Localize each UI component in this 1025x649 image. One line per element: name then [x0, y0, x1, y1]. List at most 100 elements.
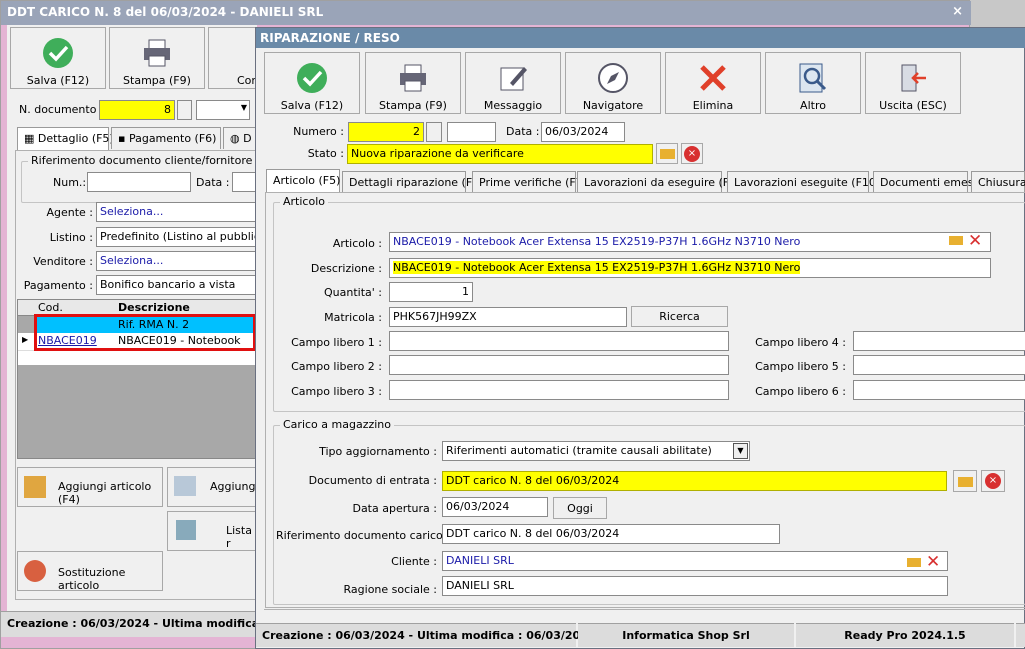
clear-icon[interactable]: × — [981, 470, 1005, 492]
campo5-field[interactable] — [853, 355, 1025, 375]
list-button[interactable]: Lista r — [167, 511, 259, 551]
folder-icon[interactable] — [656, 143, 678, 164]
matricola-label: Matricola : — [324, 311, 382, 324]
pagamento-label: Pagamento : — [23, 279, 93, 292]
data-apertura-field[interactable]: 06/03/2024 — [442, 497, 548, 517]
clear-x-icon[interactable]: ✕ — [968, 231, 982, 251]
tab-chiusura[interactable]: Chiusura — [971, 171, 1025, 193]
message-button[interactable]: Messaggio — [465, 52, 561, 114]
folder-icon[interactable] — [907, 558, 921, 567]
folder-shape — [958, 477, 973, 487]
other-button[interactable]: Altro — [765, 52, 861, 114]
numero-suffix-button[interactable] — [426, 122, 442, 142]
tab-articolo[interactable]: Articolo (F5) — [266, 169, 340, 193]
bg-tab-third[interactable]: ◍ D — [223, 127, 259, 149]
campo1-field[interactable] — [389, 331, 729, 351]
table-add-icon — [174, 476, 196, 496]
delete-x-icon — [700, 65, 726, 91]
pagamento-select[interactable]: Bonifico bancario a vista — [96, 275, 258, 295]
grid-header-desc: Descrizione — [118, 301, 190, 314]
folder-shape — [660, 149, 675, 159]
tab-documenti[interactable]: Documenti emessi — [873, 171, 982, 193]
doc-number-suffix[interactable] — [177, 100, 192, 120]
delete-button[interactable]: Elimina — [665, 52, 761, 114]
tab-lavorazioni-eseguite[interactable]: Lavorazioni eseguite (F10) — [727, 171, 880, 193]
ricerca-button[interactable]: Ricerca — [631, 306, 728, 327]
data-field[interactable]: 06/03/2024 — [541, 122, 625, 142]
add-button-2-label: Aggiungi — [210, 480, 259, 493]
descrizione-field[interactable]: NBACE019 - Notebook Acer Extensa 15 EX25… — [389, 258, 991, 278]
exit-door-icon — [901, 64, 926, 92]
folder-icon[interactable] — [953, 470, 977, 492]
save-button[interactable]: Salva (F12) — [264, 52, 360, 114]
tipo-select[interactable]: Riferimenti automatici (tramite causali … — [442, 441, 750, 461]
bg-print-button[interactable]: Stampa (F9) — [109, 27, 205, 89]
status-version: Ready Pro 2024.1.5 — [796, 623, 1014, 647]
folder-icon[interactable] — [949, 236, 963, 245]
ddt-window-title: DDT CARICO N. 8 del 06/03/2024 - DANIELI… — [7, 5, 324, 19]
tipo-value: Riferimenti automatici (tramite causali … — [446, 444, 712, 457]
doc-series-select[interactable]: ▼ — [196, 100, 250, 120]
oggi-button[interactable]: Oggi — [553, 497, 607, 519]
bg-print-label: Stampa (F9) — [123, 74, 191, 87]
delete-label: Elimina — [692, 99, 734, 112]
exit-button[interactable]: Uscita (ESC) — [865, 52, 961, 114]
bg-save-button[interactable]: Salva (F12) — [10, 27, 106, 89]
doc-number-field[interactable]: 8 — [99, 100, 175, 120]
bg-tab-payment[interactable]: ▪ Pagamento (F6) — [111, 127, 221, 149]
grid-icon: ▦ — [24, 132, 38, 145]
quantita-field[interactable]: 1 — [389, 282, 473, 302]
cliente-field[interactable]: DANIELI SRL — [442, 551, 948, 571]
articolo-field[interactable]: NBACE019 - Notebook Acer Extensa 15 EX25… — [389, 232, 991, 252]
navigator-button[interactable]: Navigatore — [565, 52, 661, 114]
check-icon — [43, 38, 73, 68]
add-article-button[interactable]: Aggiungi articolo (F4) — [17, 467, 163, 507]
status-dates: Creazione : 06/03/2024 - Ultima modifica… — [256, 623, 595, 647]
tab-verifiche[interactable]: Prime verifiche (F7) — [472, 171, 587, 193]
clear-icon[interactable]: × — [681, 143, 703, 164]
numero-field[interactable]: 2 — [348, 122, 424, 142]
table-row[interactable] — [18, 350, 258, 365]
campo4-field[interactable] — [853, 331, 1025, 351]
close-icon[interactable]: × — [952, 4, 963, 19]
venditore-select[interactable]: Seleziona... — [96, 251, 258, 271]
matricola-field[interactable]: PHK567JH99ZX — [389, 307, 627, 327]
rif-doc-field[interactable]: DDT carico N. 8 del 06/03/2024 — [442, 524, 780, 544]
bg-tab-detail[interactable]: ▦ Dettaglio (F5) — [17, 127, 114, 151]
row-pointer-icon: ▶ — [22, 335, 29, 344]
doc-number-label: N. documento : — [19, 103, 104, 116]
campo3-field[interactable] — [389, 380, 729, 400]
add-box-icon — [24, 476, 46, 498]
listino-select[interactable]: Predefinito (Listino al pubblico) — [96, 227, 258, 247]
quantita-label: Quantita' : — [324, 286, 382, 299]
status-company: Informatica Shop Srl — [578, 623, 794, 647]
clear-x-icon[interactable]: ✕ — [926, 552, 940, 572]
numero-series-field[interactable] — [447, 122, 496, 142]
bg-other-button[interactable]: Con — [208, 27, 258, 89]
clear-circle: × — [985, 473, 1001, 489]
campo6-field[interactable] — [853, 380, 1025, 400]
campo5-label: Campo libero 5 : — [755, 360, 846, 373]
swap-icon — [24, 560, 46, 582]
add-button-2[interactable]: Aggiungi — [167, 467, 259, 507]
ragione-field[interactable]: DANIELI SRL — [442, 576, 948, 596]
num-field[interactable] — [87, 172, 191, 192]
substitute-button[interactable]: Sostituzione articolo — [17, 551, 163, 592]
print-button[interactable]: Stampa (F9) — [365, 52, 461, 114]
annotation-box — [34, 314, 256, 351]
tab-dettagli[interactable]: Dettagli riparazione (F6) — [342, 171, 483, 193]
tab-lavorazioni-da-eseguire[interactable]: Lavorazioni da eseguire (F8) — [577, 171, 740, 193]
data-label: Data : — [196, 176, 230, 189]
bg-save-label: Salva (F12) — [26, 74, 90, 87]
stato-field[interactable]: Nuova riparazione da verificare — [347, 144, 653, 164]
numero-label: Numero : — [293, 125, 344, 138]
campo2-field[interactable] — [389, 355, 729, 375]
substitute-label: Sostituzione articolo — [58, 566, 126, 592]
campo2-label: Campo libero 2 : — [291, 360, 382, 373]
doc-entrata-field[interactable]: DDT carico N. 8 del 06/03/2024 — [442, 471, 947, 491]
agent-select[interactable]: Seleziona... — [96, 202, 258, 222]
stato-label: Stato : — [307, 147, 344, 160]
descrizione-label: Descrizione : — [310, 262, 382, 275]
edit-message-icon — [500, 67, 527, 91]
num-label: Num.: — [53, 176, 87, 189]
